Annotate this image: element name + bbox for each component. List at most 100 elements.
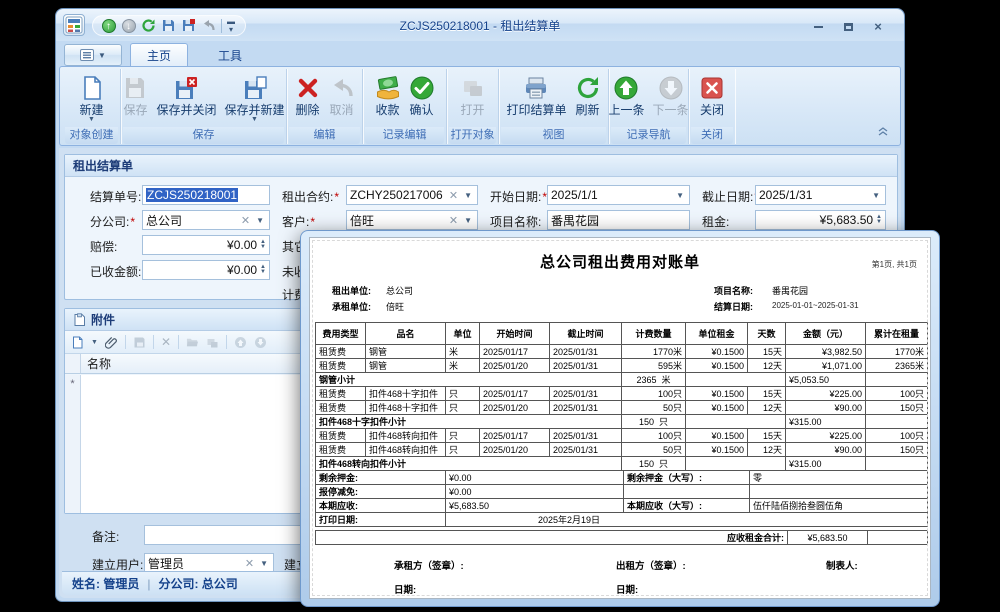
ribbon-group-record-edit: 收款 确认 记录编辑: [363, 69, 447, 144]
start-date-picker[interactable]: 2025/1/1 ▼: [547, 185, 690, 205]
close-window-button[interactable]: ×: [868, 19, 888, 34]
confirm-button[interactable]: 确认: [406, 71, 438, 117]
maximize-button[interactable]: [838, 19, 858, 34]
application-menu-button[interactable]: ▼: [64, 44, 122, 66]
column-header: 截止时间: [550, 323, 622, 345]
open-folder-icon[interactable]: [186, 336, 199, 349]
open-attachment-icon[interactable]: [206, 336, 219, 349]
report-page-info: 第1页, 共1页: [872, 259, 917, 270]
table-cell: 米: [446, 345, 480, 359]
ribbon: 新建 ▼ 对象创建 保存 保存并关闭: [59, 66, 901, 146]
due-label: 本期应收:: [316, 499, 446, 513]
receive-payment-button[interactable]: 收款: [372, 71, 404, 117]
move-up-icon[interactable]: [234, 336, 247, 349]
compensation-field[interactable]: ¥0.00 ▲▼: [142, 235, 270, 255]
customer-combo[interactable]: 倍旺 ✕ ▼: [346, 210, 478, 230]
status-divider: |: [147, 577, 150, 591]
save-button[interactable]: 保存: [119, 71, 151, 117]
clear-icon[interactable]: ✕: [445, 214, 462, 227]
end-date-label: 截止日期:*: [702, 188, 759, 205]
chevron-down-icon[interactable]: ▼: [462, 216, 474, 225]
table-cell: 50只: [622, 443, 686, 457]
empty-cell: [866, 373, 928, 387]
clear-icon[interactable]: ✕: [237, 214, 254, 227]
settle-no-label: 结算单号:*: [90, 188, 147, 205]
table-cell: 租赁费: [316, 443, 366, 457]
row-header-corner: [65, 354, 81, 373]
period-label: 结算日期:: [714, 300, 753, 313]
save-close-button[interactable]: 保存并关闭: [153, 71, 219, 117]
settle-no-field[interactable]: ZCJS250218001: [142, 185, 270, 205]
received-field[interactable]: ¥0.00 ▲▼: [142, 260, 270, 280]
chevron-down-icon[interactable]: ▼: [91, 339, 98, 346]
ribbon-group-save: 保存 保存并关闭 保存并新建 ▼ 保存: [121, 69, 287, 144]
table-cell: 1770米: [866, 345, 928, 359]
ribbon-group-label: 关闭: [691, 127, 733, 144]
subtotal-qty: 2365 米: [622, 373, 686, 387]
tab-tools[interactable]: 工具: [202, 43, 258, 67]
branch-combo[interactable]: 总公司 ✕ ▼: [142, 210, 270, 230]
table-cell: 2025/01/31: [550, 401, 622, 415]
new-doc-icon: [79, 73, 105, 103]
project-field[interactable]: 番禺花园: [547, 210, 690, 230]
end-date-picker[interactable]: 2025/1/31 ▼: [755, 185, 886, 205]
chevron-down-icon[interactable]: ▼: [254, 216, 266, 225]
next-record-button[interactable]: 下一条: [650, 71, 692, 117]
subtotal-label: 扣件468转向扣件小计: [316, 457, 622, 471]
chevron-down-icon[interactable]: ▼: [870, 191, 882, 200]
ribbon-group-label: 记录编辑: [365, 127, 444, 144]
lessee-sign-label: 承租方（签章）:: [394, 558, 464, 572]
summary-row: 剩余押金: ¥0.00 剩余押金（大写）: 零: [316, 471, 928, 485]
refresh-button[interactable]: 刷新: [572, 71, 604, 117]
paperclip-icon[interactable]: [105, 336, 118, 349]
spinner-icon[interactable]: ▲▼: [257, 265, 266, 275]
minimize-button[interactable]: [808, 19, 828, 34]
cancel-button[interactable]: 取消: [326, 71, 358, 117]
report-title: 总公司租出费用对账单: [310, 251, 930, 272]
delete-button[interactable]: 删除: [292, 71, 324, 117]
chevron-down-icon: ▼: [98, 51, 106, 60]
subtotal-label: 扣件468十字扣件小计: [316, 415, 622, 429]
empty-cell: [750, 485, 928, 499]
deposit-cap-value: 零: [750, 471, 928, 485]
spinner-icon[interactable]: ▲▼: [873, 215, 882, 225]
delete-attachment-icon[interactable]: ✕: [161, 335, 171, 349]
table-cell: ¥0.1500: [686, 387, 748, 401]
subtotal-amount: ¥315.00: [786, 457, 866, 471]
table-cell: 租赁费: [316, 359, 366, 373]
table-cell: 钢管: [366, 345, 446, 359]
new-button[interactable]: 新建 ▼: [76, 71, 108, 123]
table-cell: 钢管: [366, 359, 446, 373]
previous-record-button[interactable]: 上一条: [605, 71, 647, 117]
print-settlement-button[interactable]: 打印结算单: [503, 71, 569, 117]
open-button[interactable]: 打开: [457, 71, 489, 117]
ribbon-group-open-object: 打开 打开对象: [447, 69, 499, 144]
contract-combo[interactable]: ZCHY250217006 ✕ ▼: [346, 185, 478, 205]
money-hand-icon: [375, 73, 401, 103]
close-form-button[interactable]: 关闭: [696, 71, 728, 117]
table-cell: 2025/01/17: [480, 345, 550, 359]
clear-icon[interactable]: ✕: [241, 557, 258, 570]
move-down-icon[interactable]: [254, 336, 267, 349]
chevron-down-icon[interactable]: ▼: [258, 559, 270, 568]
clear-icon[interactable]: ✕: [445, 189, 462, 202]
creator-combo[interactable]: 管理员 ✕ ▼: [144, 553, 274, 573]
tab-home[interactable]: 主页: [130, 43, 188, 67]
chevron-down-icon[interactable]: ▼: [462, 191, 474, 200]
collapse-ribbon-icon[interactable]: [878, 123, 888, 141]
table-cell: 15天: [748, 387, 786, 401]
received-label: 已收金额:: [90, 263, 141, 280]
table-cell: 15天: [748, 345, 786, 359]
branch-label: 分公司:*: [90, 213, 135, 230]
name-column-header[interactable]: 名称: [81, 354, 311, 373]
due-value: ¥5,683.50: [446, 499, 624, 513]
save-attachment-icon[interactable]: [133, 336, 146, 349]
new-attachment-icon[interactable]: [71, 336, 84, 349]
ribbon-group-label: 对象创建: [65, 127, 118, 144]
chevron-down-icon[interactable]: ▼: [674, 191, 686, 200]
undo-arrow-icon: [329, 73, 355, 103]
spinner-icon[interactable]: ▲▼: [257, 240, 266, 250]
date-label-2: 日期:: [616, 582, 638, 596]
rent-field[interactable]: ¥5,683.50 ▲▼: [755, 210, 886, 230]
save-new-button[interactable]: 保存并新建 ▼: [222, 71, 288, 123]
